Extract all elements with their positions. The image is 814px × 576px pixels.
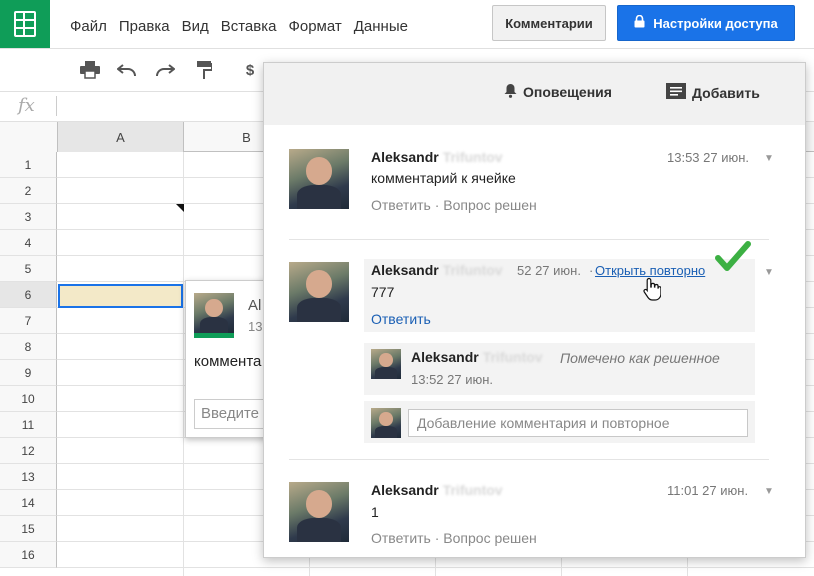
panel-header: Оповещения Добавить (264, 63, 805, 125)
comment-menu-chevron-icon[interactable]: ▼ (764, 267, 774, 278)
comment-author: Aleksandr Trifuntov (371, 482, 503, 498)
bell-icon (504, 83, 517, 101)
share-button-label: Настройки доступа (653, 15, 778, 31)
comment-text: 1 (371, 504, 379, 520)
reply-author: Aleksandr Trifuntov (411, 349, 543, 365)
popup-comment-input[interactable]: Введите (194, 399, 274, 429)
row-header[interactable]: 12 (0, 438, 57, 464)
menu-edit[interactable]: Правка (113, 18, 176, 35)
menu-bar: Файл Правка Вид Вставка Формат Данные (64, 8, 414, 44)
row-header[interactable]: 11 (0, 412, 57, 438)
comment-divider (289, 459, 769, 460)
row-header[interactable]: 7 (0, 308, 57, 334)
row-header[interactable]: 15 (0, 516, 57, 542)
sheets-logo-icon[interactable] (0, 0, 50, 48)
comment-add-icon (666, 83, 686, 102)
comment-text: комментарий к ячейке (371, 170, 516, 186)
row-header[interactable]: 8 (0, 334, 57, 360)
reply-link[interactable]: Ответить (371, 311, 431, 327)
add-comment-label: Добавить (692, 84, 760, 101)
comments-panel: Оповещения Добавить Aleksandr Trifuntov 1… (263, 62, 806, 558)
column-gridline (183, 152, 184, 576)
redo-icon[interactable] (153, 59, 177, 81)
comments-button[interactable]: Комментарии (492, 5, 606, 41)
comment-text: 777 (371, 284, 395, 300)
column-header-a[interactable]: A (58, 122, 184, 152)
reopen-link[interactable]: Открыть повторно (595, 263, 705, 278)
avatar (289, 482, 349, 542)
resolve-link[interactable]: Вопрос решен (443, 530, 537, 546)
comment-divider (289, 239, 769, 240)
formula-divider (56, 96, 57, 116)
print-icon[interactable] (78, 59, 102, 81)
avatar (289, 262, 349, 322)
menu-view[interactable]: Вид (176, 18, 215, 35)
share-button[interactable]: Настройки доступа (617, 5, 795, 41)
row-header[interactable]: 5 (0, 256, 57, 282)
reply-link[interactable]: Ответить (371, 197, 431, 213)
row-header[interactable]: 2 (0, 178, 57, 204)
avatar (371, 408, 401, 438)
menu-file[interactable]: Файл (64, 18, 113, 35)
row-header[interactable]: 10 (0, 386, 57, 412)
comment-author: Aleksandr Trifuntov (371, 262, 503, 278)
notifications-button[interactable]: Оповещения (504, 83, 612, 101)
comment-menu-chevron-icon[interactable]: ▼ (764, 486, 774, 497)
comment-time: 11:01 27 июн. (667, 483, 749, 498)
selected-cell-a6[interactable] (58, 284, 183, 308)
row-header[interactable]: 9 (0, 360, 57, 386)
menu-format[interactable]: Формат (282, 18, 347, 35)
paint-format-icon[interactable] (192, 59, 216, 81)
select-all-corner[interactable] (0, 122, 58, 152)
comment-time: 52 27 июн. (517, 263, 581, 278)
avatar-status-bar (194, 333, 234, 338)
comment-author: Aleksandr Trifuntov (371, 149, 503, 165)
notifications-label: Оповещения (523, 84, 612, 100)
avatar (194, 293, 234, 333)
reply-input[interactable]: Добавление комментария и повторное (408, 409, 748, 437)
menu-data[interactable]: Данные (348, 18, 414, 35)
lock-icon (634, 14, 645, 31)
reply-time: 13:52 27 июн. (411, 372, 494, 387)
row-header[interactable]: 3 (0, 204, 57, 230)
popup-time: 13 (248, 319, 263, 334)
popup-author: Al (248, 297, 262, 314)
row-header[interactable]: 14 (0, 490, 57, 516)
cell-comment-popup: Al 13 коммента Введите (185, 280, 275, 438)
comment-actions: Ответить · Вопрос решен (371, 530, 537, 546)
resolved-check-icon (715, 241, 751, 276)
resolved-status: Помечено как решенное (560, 350, 720, 366)
row-header[interactable]: 4 (0, 230, 57, 256)
reply-link[interactable]: Ответить (371, 530, 431, 546)
comment-indicator-icon (176, 204, 184, 212)
row-header[interactable]: 16 (0, 542, 57, 568)
resolve-link[interactable]: Вопрос решен (443, 197, 537, 213)
comment-menu-chevron-icon[interactable]: ▼ (764, 153, 774, 164)
menu-insert[interactable]: Вставка (215, 18, 283, 35)
comment-time: 13:53 27 июн. (667, 150, 750, 165)
fx-icon: fx (18, 95, 35, 116)
undo-icon[interactable] (115, 59, 139, 81)
add-comment-button[interactable]: Добавить (666, 83, 760, 102)
row-header[interactable]: 1 (0, 152, 57, 178)
row-header[interactable]: 6 (0, 282, 57, 308)
avatar (289, 149, 349, 209)
row-header[interactable]: 13 (0, 464, 57, 490)
comment-actions: Ответить · Вопрос решен (371, 197, 537, 213)
avatar (371, 349, 401, 379)
currency-format-button[interactable]: $ (238, 59, 262, 81)
popup-text: коммента (194, 353, 262, 370)
hand-cursor-icon (643, 277, 662, 307)
